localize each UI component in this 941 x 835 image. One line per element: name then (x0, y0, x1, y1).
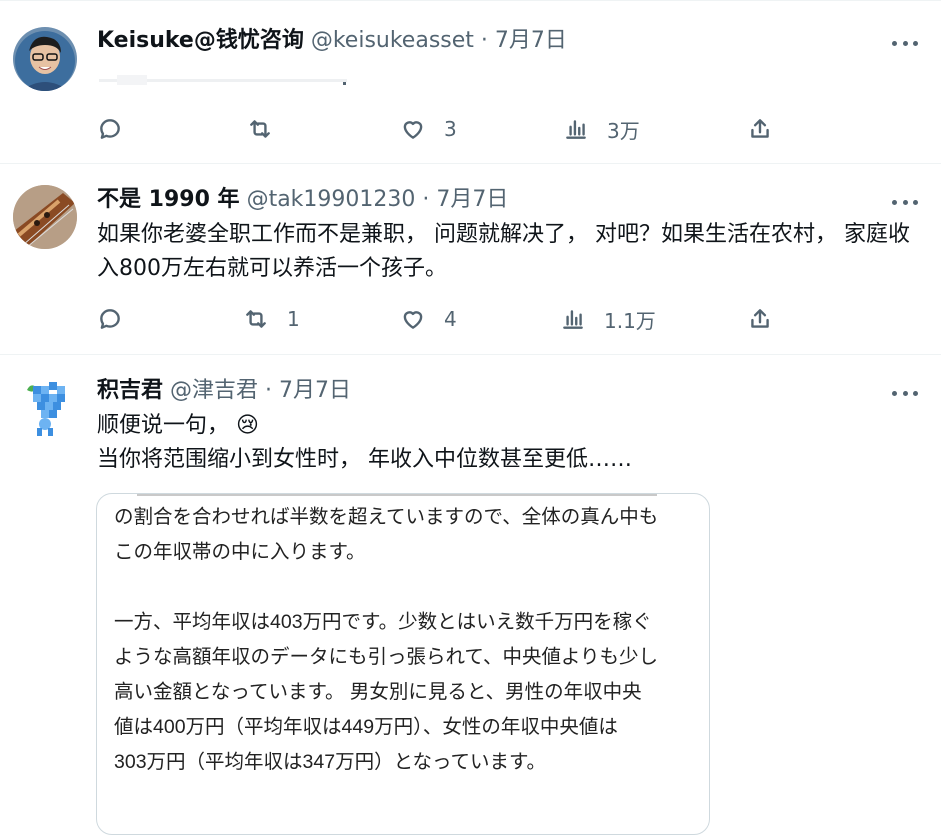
share-button[interactable] (747, 302, 773, 336)
like-icon (403, 311, 423, 329)
user-handle[interactable]: @tak19901230 (247, 187, 416, 212)
retweet-button[interactable] (247, 112, 291, 146)
blurred-text-icon (99, 75, 347, 85)
tweet-text-line: 当你将范围缩小到女性时， 年收入中位数甚至更低…… (97, 447, 632, 472)
separator-dot: · (422, 187, 430, 212)
tweet-date[interactable]: 7月7日 (436, 187, 508, 212)
like-button[interactable]: 3 (400, 112, 457, 146)
share-icon (751, 309, 769, 328)
reply-button[interactable] (97, 302, 141, 336)
reply-icon (100, 119, 120, 139)
reply-icon (100, 309, 120, 329)
display-name[interactable]: Keisuke@钱忧咨询 (97, 28, 304, 53)
retweet-count: 1 (287, 307, 300, 331)
like-count: 3 (444, 117, 457, 141)
tweet-date[interactable]: 7月7日 (495, 28, 567, 53)
tweet-date[interactable]: 7月7日 (279, 378, 351, 403)
tweet-text-line: 顺便说一句， (97, 413, 230, 438)
like-button[interactable]: 4 (400, 302, 457, 336)
view-count: 1.1万 (604, 308, 656, 333)
separator-dot: · (265, 378, 273, 403)
views-button[interactable]: 1.1万 (560, 302, 656, 336)
tweet-header: 不是 1990 年 @tak19901230 · 7月7日 (97, 186, 508, 214)
tweet-actions: 1 4 1.1万 (97, 302, 797, 336)
more-icon[interactable] (892, 192, 918, 212)
avatar-image (13, 376, 77, 440)
tweet-text (97, 61, 911, 91)
crying-face-emoji: 😢 (236, 413, 259, 438)
display-name[interactable]: 不是 1990 年 (97, 187, 240, 212)
display-name[interactable]: 积吉君 (97, 378, 163, 403)
more-icon[interactable] (892, 33, 918, 53)
tweet[interactable]: Keisuke@钱忧咨询 @keisukeasset · 7月7日 3 3万 (0, 0, 941, 164)
views-icon (563, 310, 583, 329)
tweet[interactable]: 不是 1990 年 @tak19901230 · 7月7日 如果你老婆全职工作而… (0, 163, 941, 354)
like-count: 4 (444, 307, 457, 331)
user-handle[interactable]: @津吉君 (170, 378, 258, 403)
tweet[interactable]: 积吉君 @津吉君 · 7月7日 顺便说一句， 😢 当你将范围缩小到女性时， 年收… (0, 354, 941, 835)
quoted-image-card[interactable]: の割合を合わせれば半数を超えていますので、全体の真ん中も この年収帯の中に入りま… (96, 493, 710, 835)
tweet-header: 积吉君 @津吉君 · 7月7日 (97, 377, 351, 405)
retweet-icon (246, 310, 266, 328)
quoted-image-text: の割合を合わせれば半数を超えていますので、全体の真ん中も この年収帯の中に入りま… (114, 506, 659, 773)
avatar[interactable] (13, 185, 77, 249)
user-handle[interactable]: @keisukeasset (311, 28, 474, 53)
tweet-text: 如果你老婆全职工作而不是兼职， 问题就解决了， 对吧？如果生活在农村， 家庭收入… (97, 222, 910, 281)
retweet-icon (250, 120, 270, 138)
share-button[interactable] (747, 112, 773, 146)
avatar[interactable] (13, 27, 77, 91)
retweet-button[interactable]: 1 (243, 302, 300, 336)
avatar-image (13, 185, 77, 249)
views-icon (566, 120, 586, 139)
tweet-header: Keisuke@钱忧咨询 @keisukeasset · 7月7日 (97, 27, 567, 55)
avatar[interactable] (13, 376, 77, 440)
share-icon (751, 119, 769, 138)
view-count: 3万 (607, 118, 640, 143)
avatar-image (13, 27, 77, 91)
tweet-actions: 3 3万 (97, 112, 797, 146)
more-icon[interactable] (892, 383, 918, 403)
separator-dot: · (480, 28, 488, 53)
tweet-text: 顺便说一句， 😢 当你将范围缩小到女性时， 年收入中位数甚至更低…… (97, 409, 911, 477)
like-icon (403, 121, 423, 139)
reply-button[interactable] (97, 112, 141, 146)
views-button[interactable]: 3万 (563, 112, 640, 146)
